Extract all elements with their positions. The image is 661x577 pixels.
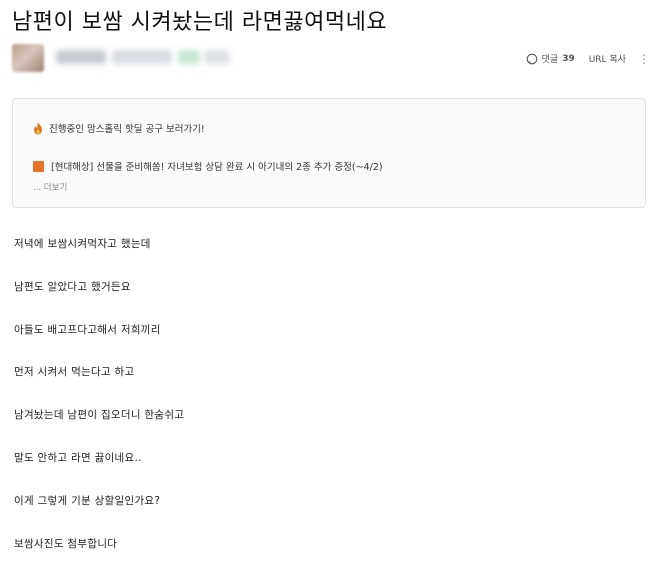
notice-ad-text[interactable]: [현대해상] 선물을 준비해쏨! 자녀보험 상담 완료 시 아기내의 2종 추가…	[51, 159, 383, 173]
body-line: 아들도 배고프다고해서 저희끼리	[14, 324, 161, 336]
notice-hotdeal[interactable]: 진행중인 맘스홀릭 핫딜 공구 보러가기!	[33, 121, 205, 135]
notice-box: 진행중인 맘스홀릭 핫딜 공구 보러가기! [현대해상] 선물을 준비해쏨! 자…	[12, 98, 646, 208]
more-link[interactable]: ... 더보기	[33, 181, 67, 193]
kebab-menu-icon[interactable]: ⋮	[638, 53, 650, 65]
body-line: 먼저 시켜서 먹는다고 하고	[14, 366, 135, 378]
body-line: 이게 그렇게 기분 상할일인가요?	[14, 495, 161, 507]
blurred-author-name	[56, 50, 106, 64]
notice-ad[interactable]: [현대해상] 선물을 준비해쏨! 자녀보험 상담 완료 시 아기내의 2종 추가…	[33, 159, 383, 173]
blurred-author-name	[112, 50, 172, 64]
body-line: 저녁에 보쌈시켜먹자고 했는데	[14, 238, 151, 250]
author-row: 댓글 39 URL 복사 ⋮	[12, 44, 652, 74]
body-line: 말도 안하고 라면 끓이네요..	[14, 452, 142, 464]
fire-icon	[34, 122, 42, 134]
body-line: 남겨놨는데 남편이 집오더니 한숨쉬고	[14, 409, 185, 421]
post-meta: 댓글 39 URL 복사 ⋮	[526, 52, 650, 65]
url-copy-button[interactable]: URL 복사	[589, 52, 626, 65]
comment-icon	[526, 53, 537, 64]
comment-label[interactable]: 댓글	[542, 52, 559, 65]
avatar[interactable]	[12, 44, 44, 72]
comment-count[interactable]: 39	[562, 54, 575, 64]
post-title: 남편이 보쌈 시켜놨는데 라면끓여먹네요	[12, 10, 388, 35]
orange-square-icon	[33, 160, 44, 172]
notice-hotdeal-text[interactable]: 진행중인 맘스홀릭 핫딜 공구 보러가기!	[49, 121, 205, 135]
blurred-author-info	[204, 50, 230, 64]
body-line: 보쌈사진도 첨부합니다	[14, 538, 118, 550]
blurred-author-badge	[178, 50, 200, 64]
body-line: 남편도 알았다고 했거든요	[14, 281, 131, 293]
